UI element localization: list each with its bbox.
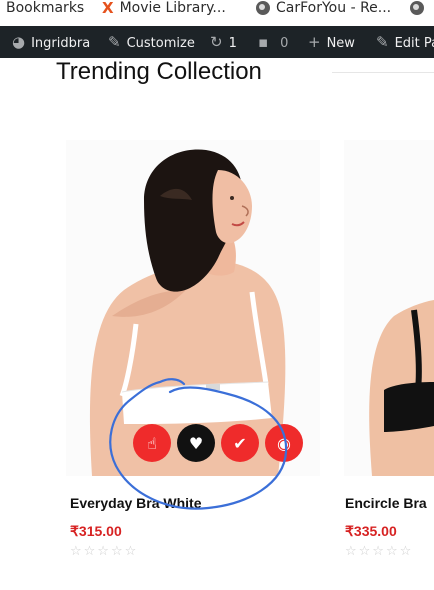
globe-icon xyxy=(410,1,424,15)
updates-icon: ↻ xyxy=(210,33,223,51)
select-options-button[interactable]: ☝ xyxy=(133,424,171,462)
site-name: Ingridbra xyxy=(31,36,91,51)
bookmark-label: CarForYou - Re... xyxy=(276,0,392,16)
customize-link[interactable]: ✎ Customize xyxy=(108,26,195,58)
dashboard-icon: ◕ xyxy=(12,33,26,51)
updates-count: 1 xyxy=(228,36,237,51)
new-label: New xyxy=(326,36,355,51)
product-title[interactable]: Encircle Bra xyxy=(345,495,427,511)
bookmark-overflow[interactable] xyxy=(410,0,430,20)
quick-view-button[interactable]: ◉ xyxy=(265,424,303,462)
comment-icon: ▪ xyxy=(258,33,269,51)
plus-icon: + xyxy=(308,33,321,51)
product-price: ₹315.00 xyxy=(70,523,122,539)
model-photo xyxy=(344,140,434,476)
bookmark-carforyou[interactable]: CarForYou - Re... xyxy=(256,0,391,20)
bookmarks-label: Bookmarks xyxy=(6,0,85,16)
bookmarks-folder[interactable]: Bookmarks xyxy=(6,0,84,20)
comments-link[interactable]: ▪ 0 xyxy=(258,26,288,58)
brush-icon: ✎ xyxy=(108,33,121,51)
star-rating: ☆☆☆☆☆ xyxy=(70,544,139,559)
compare-button[interactable]: ✔ xyxy=(221,424,259,462)
pencil-icon: ✎ xyxy=(376,33,389,51)
section-title: Trending Collection xyxy=(56,58,262,85)
heart-icon: ♥ xyxy=(188,433,204,453)
check-icon: ✔ xyxy=(233,433,247,453)
comments-count: 0 xyxy=(280,36,289,51)
edit-page-link[interactable]: ✎ Edit Pa xyxy=(376,26,434,58)
bookmarks-bar: Bookmarks X Movie Library... CarForYou - … xyxy=(0,0,434,26)
product-title[interactable]: Everyday Bra White xyxy=(70,495,202,511)
wp-admin-bar: ◕ Ingridbra ✎ Customize ↻ 1 ▪ 0 + New ✎ Edit P… xyxy=(0,26,434,58)
wishlist-button[interactable]: ♥ xyxy=(177,424,215,462)
eye-icon: ◉ xyxy=(277,433,291,453)
product-image[interactable] xyxy=(344,140,434,476)
star-rating: ☆☆☆☆☆ xyxy=(345,544,414,559)
updates-link[interactable]: ↻ 1 xyxy=(210,26,237,58)
product-price: ₹335.00 xyxy=(345,523,397,539)
bookmark-movie-library[interactable]: X Movie Library... xyxy=(102,0,226,20)
globe-icon xyxy=(256,1,270,15)
hand-pointer-icon: ☝ xyxy=(147,433,157,453)
title-divider xyxy=(332,72,434,73)
new-content-menu[interactable]: + New xyxy=(308,26,355,58)
bookmark-label: Movie Library... xyxy=(119,0,226,16)
customize-label: Customize xyxy=(126,36,195,51)
x-icon: X xyxy=(102,0,114,17)
edit-label: Edit Pa xyxy=(394,36,434,51)
site-name-menu[interactable]: ◕ Ingridbra xyxy=(12,26,90,58)
